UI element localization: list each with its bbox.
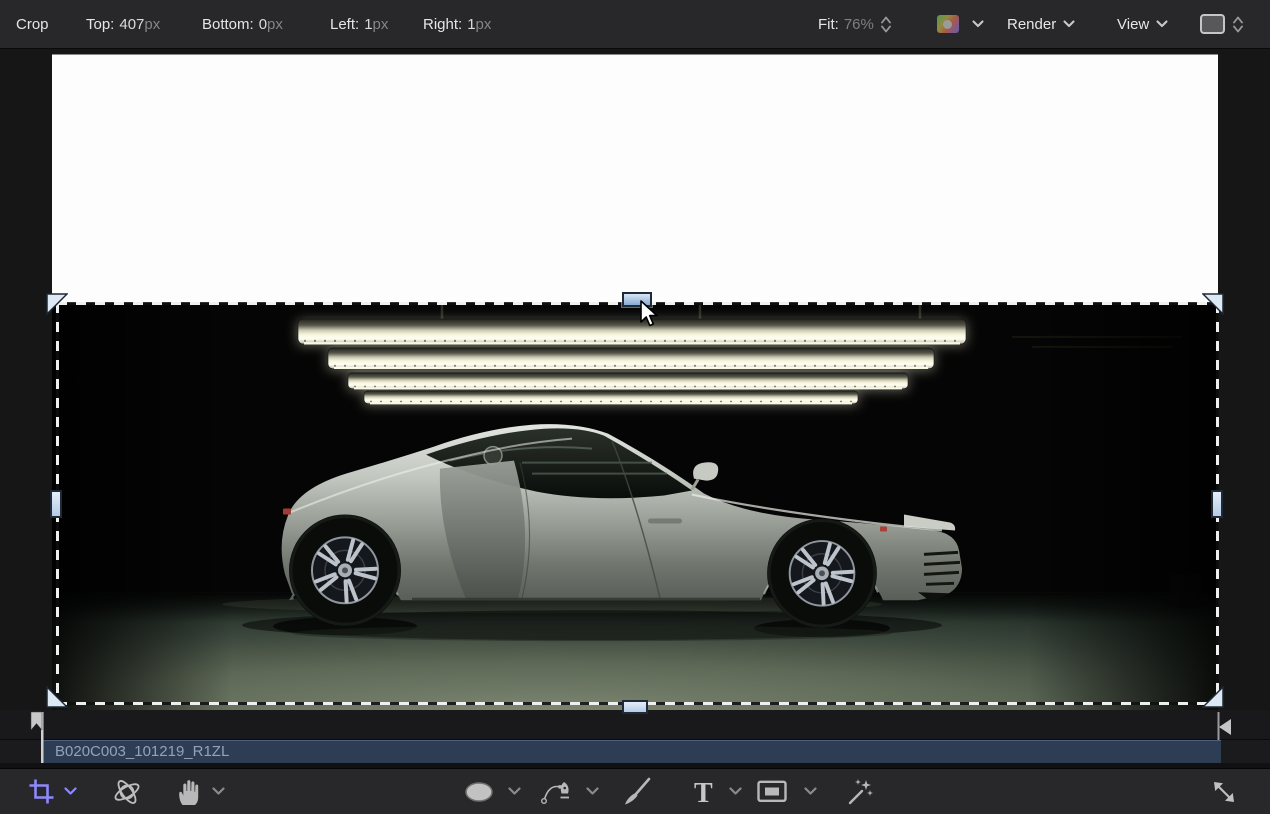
bezier-mask-tool-button[interactable] xyxy=(541,769,571,814)
crop-top-value: 407 xyxy=(119,16,144,33)
effects-wand-button[interactable] xyxy=(845,769,875,814)
channels-menu[interactable] xyxy=(965,0,984,48)
crop-top-label: Top: xyxy=(86,16,114,33)
crop-left-unit: px xyxy=(373,16,389,33)
ellipse-icon xyxy=(464,781,494,803)
crop-top-field[interactable]: Top: 407 px xyxy=(86,0,160,48)
crop-bottom-unit: px xyxy=(267,16,283,33)
stepper-icon xyxy=(1233,16,1243,33)
clip-name: B020C003_101219_R1ZL xyxy=(55,743,229,760)
timeline-mini-strip[interactable] xyxy=(0,710,1270,740)
expand-diagonal-icon xyxy=(1210,778,1238,806)
project-background xyxy=(52,54,1218,303)
chevron-down-icon xyxy=(64,787,77,796)
chevron-down-icon xyxy=(729,787,742,796)
crop-bottom-field[interactable]: Bottom: 0 px xyxy=(202,0,283,48)
clip-end-marker[interactable] xyxy=(1214,710,1236,750)
crop-handle-top-left[interactable] xyxy=(46,293,68,315)
crop-hud-bar: Crop Top: 407 px Bottom: 0 px Left: 1 px… xyxy=(0,0,1270,49)
zoom-fit-control[interactable]: Fit: 76% xyxy=(818,0,891,48)
crop-tool-button[interactable] xyxy=(28,769,55,814)
crop-tool-menu[interactable] xyxy=(64,769,77,814)
render-menu[interactable]: Render xyxy=(1007,0,1075,48)
crop-left-field[interactable]: Left: 1 px xyxy=(330,0,388,48)
crop-right-field[interactable]: Right: 1 px xyxy=(423,0,491,48)
fit-label: Fit: xyxy=(818,16,839,33)
rectangle-mask-tool-button[interactable] xyxy=(757,769,787,814)
crop-bottom-value: 0 xyxy=(259,16,267,33)
orbit-3d-icon xyxy=(112,777,142,807)
crop-handle-left-center[interactable] xyxy=(50,490,62,518)
crop-right-value: 1 xyxy=(467,16,475,33)
color-channels-swatch[interactable] xyxy=(937,15,959,33)
text-tool-icon: T xyxy=(692,777,718,807)
svg-text:T: T xyxy=(694,778,713,807)
crop-right-label: Right: xyxy=(423,16,462,33)
crop-left-value: 1 xyxy=(364,16,372,33)
bezier-mask-menu[interactable] xyxy=(586,769,599,814)
hand-icon xyxy=(176,777,200,806)
bezier-pen-icon xyxy=(541,779,571,805)
crop-handle-bottom-left[interactable] xyxy=(46,686,68,708)
chevron-down-icon xyxy=(586,787,599,796)
timeline-clip[interactable]: B020C003_101219_R1ZL xyxy=(42,740,1221,763)
pan-tool-menu[interactable] xyxy=(212,769,225,814)
rectangle-mask-icon xyxy=(757,780,787,803)
crop-left-label: Left: xyxy=(330,16,359,33)
orbit-3d-tool-button[interactable] xyxy=(112,769,142,814)
crop-icon xyxy=(28,778,55,805)
paint-brush-icon xyxy=(622,777,652,807)
ellipse-mask-tool-button[interactable] xyxy=(464,769,494,814)
render-menu-label: Render xyxy=(1007,16,1056,33)
fit-value: 76% xyxy=(844,16,874,33)
hud-title: Crop xyxy=(16,0,49,48)
chevron-down-icon xyxy=(804,787,817,796)
text-tool-menu[interactable] xyxy=(729,769,742,814)
crop-handle-bottom-right[interactable] xyxy=(1202,686,1224,708)
clip-image-silver-car[interactable] xyxy=(52,303,1218,710)
view-menu-label: View xyxy=(1117,16,1149,33)
chevron-down-icon xyxy=(1063,20,1075,28)
magic-wand-icon xyxy=(845,777,875,807)
canvas-toolbar: T xyxy=(0,768,1270,814)
crop-handle-bottom-center[interactable] xyxy=(622,700,648,714)
ellipse-mask-menu[interactable] xyxy=(508,769,521,814)
channel-dot-icon xyxy=(943,20,952,29)
chevron-down-icon xyxy=(972,20,984,28)
background-stepper[interactable] xyxy=(1233,0,1243,48)
chevron-down-icon xyxy=(508,787,521,796)
chevron-down-icon xyxy=(212,787,225,796)
mouse-cursor xyxy=(640,300,662,330)
crop-top-unit: px xyxy=(144,16,160,33)
crop-bottom-label: Bottom: xyxy=(202,16,254,33)
canvas-background-swatch[interactable] xyxy=(1200,14,1225,34)
fit-stepper-icon[interactable] xyxy=(881,16,891,33)
crop-right-unit: px xyxy=(476,16,492,33)
crop-handle-top-right[interactable] xyxy=(1202,293,1224,315)
pan-tool-button[interactable] xyxy=(176,769,200,814)
timeline-clip-row: B020C003_101219_R1ZL xyxy=(0,740,1270,763)
text-tool-button[interactable]: T xyxy=(692,769,718,814)
paint-stroke-tool-button[interactable] xyxy=(622,769,652,814)
playhead-marker[interactable] xyxy=(30,710,50,764)
rectangle-mask-menu[interactable] xyxy=(804,769,817,814)
resize-canvas-button[interactable] xyxy=(1210,769,1238,814)
crop-handle-right-center[interactable] xyxy=(1211,490,1223,518)
chevron-down-icon xyxy=(1156,20,1168,28)
view-menu[interactable]: View xyxy=(1117,0,1168,48)
